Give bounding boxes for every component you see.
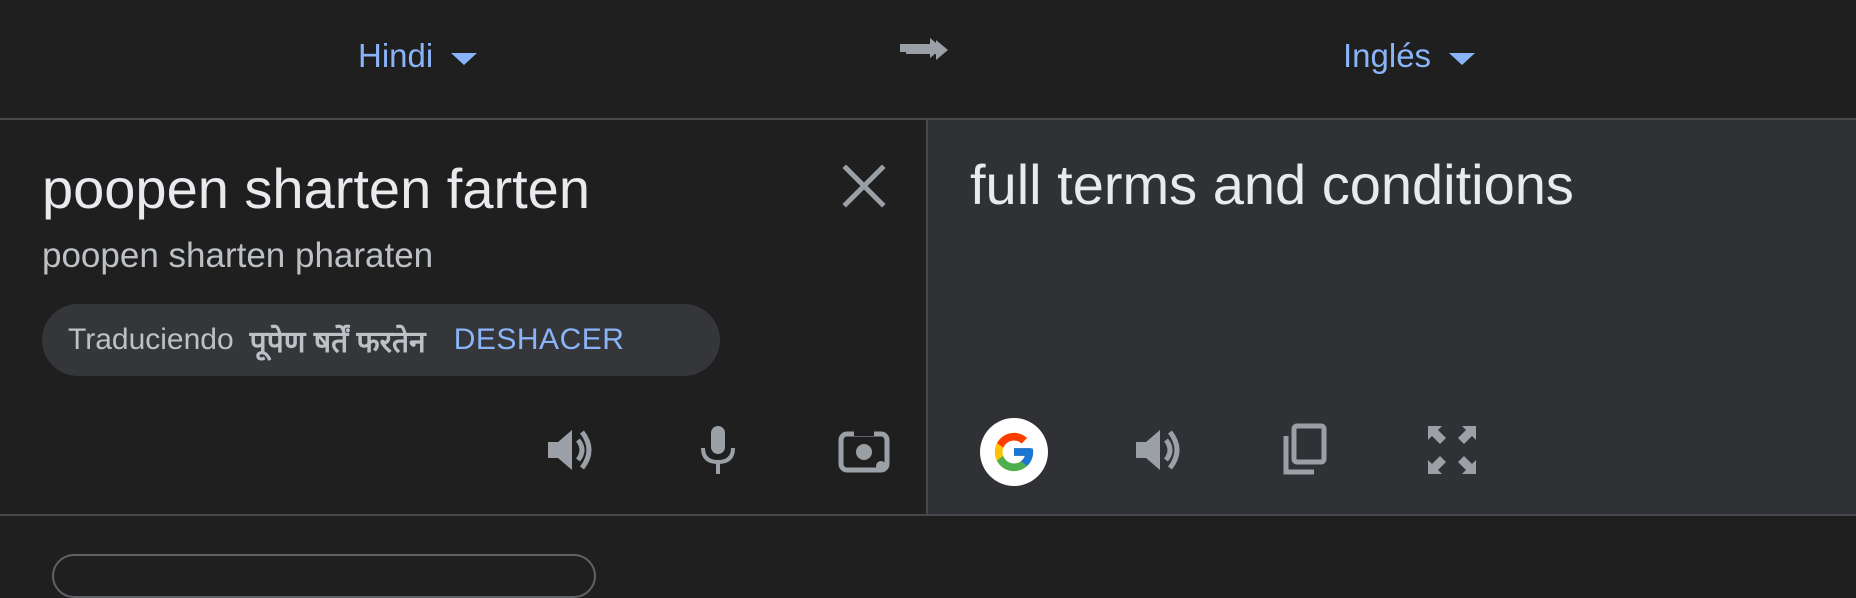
- transliteration: poopen sharten pharaten: [42, 236, 434, 275]
- listen-source-button[interactable]: [538, 418, 602, 482]
- translation-output: full terms and conditions: [970, 153, 1574, 216]
- close-icon[interactable]: [836, 158, 892, 214]
- chip-original-text: पूपेण षर्तें फरतेन: [249, 325, 426, 359]
- copy-icon: [1283, 423, 1327, 475]
- target-language-selector[interactable]: Inglés: [1343, 34, 1476, 78]
- translating-from-chip: Traduciendo पूपेण षर्तें फरतेन DESHACER: [42, 304, 720, 376]
- chevron-down-icon: [451, 53, 478, 65]
- undo-button[interactable]: DESHACER: [454, 323, 625, 357]
- swap-languages-icon[interactable]: [898, 30, 958, 80]
- source-language-selector[interactable]: Hindi: [358, 34, 478, 78]
- fullscreen-icon: [1428, 426, 1476, 474]
- source-language-label: Hindi: [358, 37, 434, 74]
- language-bar: Hindi Inglés: [0, 0, 1856, 118]
- speaker-icon: [1136, 430, 1180, 470]
- speaker-icon: [548, 430, 592, 470]
- google-button[interactable]: [980, 418, 1048, 486]
- microphone-icon: [701, 426, 735, 474]
- source-panel: poopen sharten farten poopen sharten pha…: [0, 120, 926, 514]
- camera-button[interactable]: [832, 418, 896, 482]
- listen-translation-button[interactable]: [1126, 418, 1190, 482]
- google-icon: [994, 432, 1034, 472]
- camera-icon: [838, 428, 890, 473]
- bottom-area: [0, 516, 1856, 598]
- microphone-button[interactable]: [686, 418, 750, 482]
- bottom-pill-button[interactable]: [52, 554, 596, 598]
- source-text-input[interactable]: poopen sharten farten: [42, 156, 590, 221]
- chip-label: Traduciendo: [68, 323, 234, 356]
- fullscreen-button[interactable]: [1420, 418, 1484, 482]
- copy-button[interactable]: [1272, 418, 1336, 482]
- chevron-down-icon: [1449, 53, 1476, 65]
- translation-panel: full terms and conditions: [928, 120, 1856, 514]
- target-language-label: Inglés: [1343, 37, 1432, 74]
